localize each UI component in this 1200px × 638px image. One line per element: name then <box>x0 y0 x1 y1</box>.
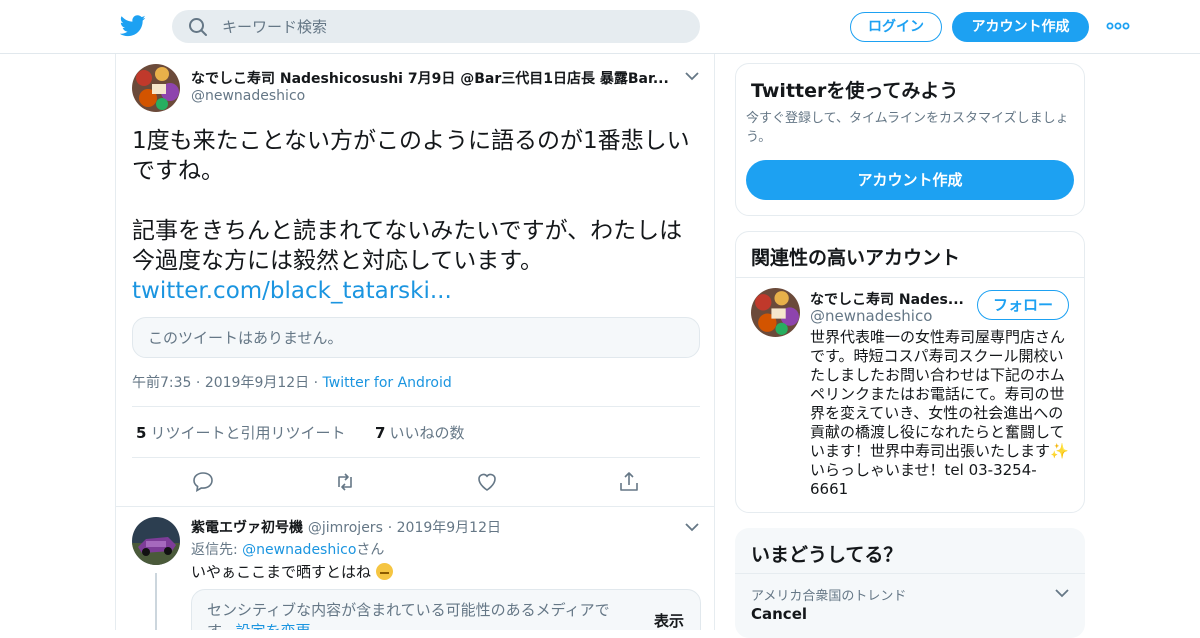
quoted-tweet-unavailable: このツイートはありません。 <box>132 317 700 358</box>
trends-panel: いまどうしてる？ アメリカ合衆国のトレンド Cancel <box>735 528 1085 638</box>
tweet-text-paragraph-2: 記事をきちんと読まれてないみたいですが、わたしは今過度な方には毅然と対応していま… <box>132 218 683 274</box>
divider <box>736 277 1084 278</box>
tweet-link[interactable]: twitter.com/black_tatarski... <box>132 276 692 306</box>
related-accounts-title: 関連性の高いアカウント <box>751 247 961 269</box>
related-account-name[interactable]: なでしこ寿司 Nades... <box>810 289 964 309</box>
tweet-text-paragraph-1: 1度も来たことない方がこのように語るのが1番悲しいですね。 <box>132 128 690 184</box>
sensitive-media-warning: センシティブな内容が含まれている可能性のあるメディアです。設定を変更 表示 <box>191 589 701 630</box>
like-heart-icon[interactable] <box>475 470 499 494</box>
twitter-bird-icon[interactable] <box>120 14 146 38</box>
trend-context: アメリカ合衆国のトレンド <box>751 589 907 604</box>
chevron-down-icon[interactable] <box>685 522 699 532</box>
reply-author-handle[interactable]: @jimrojers <box>308 520 383 536</box>
sensitive-media-message: センシティブな内容が含まれている可能性のあるメディアです。設定を変更 <box>207 600 627 630</box>
related-accounts-card: 関連性の高いアカウント なでしこ寿司 Nades... @newnadeshic… <box>735 231 1085 513</box>
related-account-bio: 世界代表唯一の女性寿司屋専門店さんです。時短コスパ寿司スクール開校いたしましたお… <box>810 328 1069 498</box>
tweet-stats: 5 リツイートと引用リツイート 7 いいねの数 <box>136 422 464 443</box>
trend-item[interactable]: アメリカ合衆国のトレンド Cancel <box>735 574 1085 634</box>
more-options-icon[interactable] <box>1106 18 1130 34</box>
tweet-metadata: 午前7:35 · 2019年9月12日 · Twitter for Androi… <box>132 375 452 391</box>
author-display-name[interactable]: なでしこ寿司 Nadeshicosushi 7月9日 @Bar三代目1日店長 暴… <box>191 68 669 88</box>
thread-line <box>155 573 157 630</box>
retweet-icon[interactable] <box>333 470 357 494</box>
tweet-body: 1度も来たことない方がこのように語るのが1番悲しいですね。 記事をきちんと読まれ… <box>132 126 692 306</box>
divider <box>132 406 700 407</box>
divider <box>132 457 700 458</box>
signup-button[interactable]: アカウント作成 <box>952 12 1089 42</box>
follow-button[interactable]: フォロー <box>977 290 1069 320</box>
reply-icon[interactable] <box>191 470 215 494</box>
replying-to-mention[interactable]: @newnadeshico <box>242 542 356 558</box>
chevron-down-icon[interactable] <box>685 71 699 81</box>
reply-author-avatar[interactable] <box>132 517 180 565</box>
replying-to: 返信先: @newnadeshicoさん <box>191 542 385 558</box>
share-icon[interactable] <box>617 470 641 494</box>
grimacing-face-emoji-icon <box>375 563 393 580</box>
trend-name: Cancel <box>751 605 808 623</box>
author-handle[interactable]: @newnadeshico <box>191 88 305 104</box>
related-account-avatar[interactable] <box>751 288 800 337</box>
try-twitter-title: Twitterを使ってみよう <box>751 80 959 102</box>
search-input[interactable] <box>222 10 682 43</box>
show-media-button[interactable]: 表示 <box>654 610 684 630</box>
try-twitter-card: Twitterを使ってみよう 今すぐ登録して、タイムラインをカスタマイズしましょ… <box>735 63 1085 216</box>
login-button[interactable]: ログイン <box>850 12 942 42</box>
main-timeline-column: なでしこ寿司 Nadeshicosushi 7月9日 @Bar三代目1日店長 暴… <box>115 54 715 630</box>
tweet-date[interactable]: 2019年9月12日 <box>205 375 309 391</box>
change-settings-link[interactable]: 設定を変更 <box>236 622 311 630</box>
author-avatar[interactable] <box>132 64 180 112</box>
create-account-button[interactable]: アカウント作成 <box>746 160 1074 200</box>
tweet-time[interactable]: 午前7:35 <box>132 375 191 391</box>
chevron-down-icon[interactable] <box>1055 588 1069 598</box>
search-icon <box>189 18 207 36</box>
reply-text: いやぁここまで晒すとはね <box>191 561 393 582</box>
trends-title: いまどうしてる？ <box>751 544 903 566</box>
reply-tweet[interactable]: 紫電エヴァ初号機 @jimrojers · 2019年9月12日 返信先: @n… <box>116 506 714 630</box>
search-bar[interactable] <box>172 10 700 43</box>
reply-date[interactable]: 2019年9月12日 <box>397 520 501 536</box>
related-account-handle[interactable]: @newnadeshico <box>810 307 932 325</box>
try-twitter-description: 今すぐ登録して、タイムラインをカスタマイズしましょう。 <box>746 111 1069 145</box>
retweet-stat[interactable]: 5 リツイートと引用リツイート <box>136 424 345 442</box>
top-navigation-bar: ログイン アカウント作成 <box>0 0 1200 54</box>
like-stat[interactable]: 7 いいねの数 <box>375 424 464 442</box>
reply-author-display-name[interactable]: 紫電エヴァ初号機 @jimrojers · 2019年9月12日 <box>191 517 501 537</box>
tweet-source[interactable]: Twitter for Android <box>323 375 452 391</box>
